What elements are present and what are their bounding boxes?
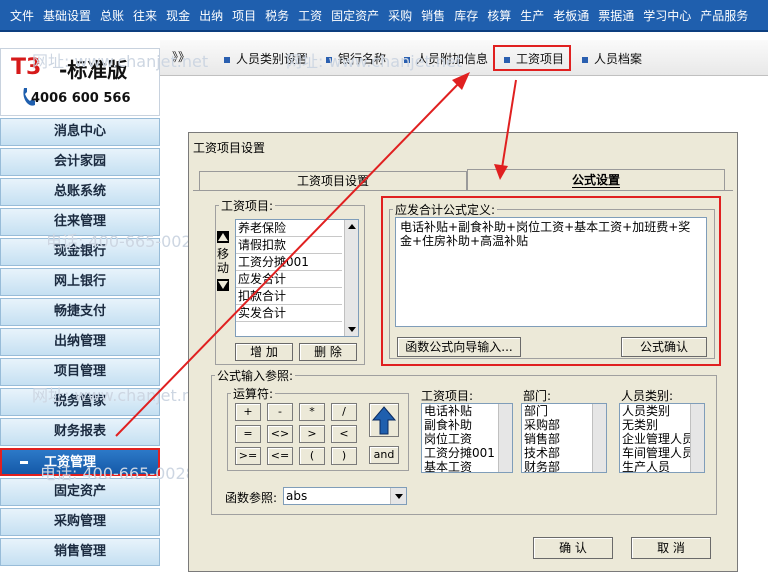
arrow-line-to-tab — [115, 79, 463, 437]
annotation-arrows — [115, 72, 517, 437]
arrow-head-icon — [494, 164, 508, 180]
arrow-line-to-formula — [501, 79, 517, 169]
